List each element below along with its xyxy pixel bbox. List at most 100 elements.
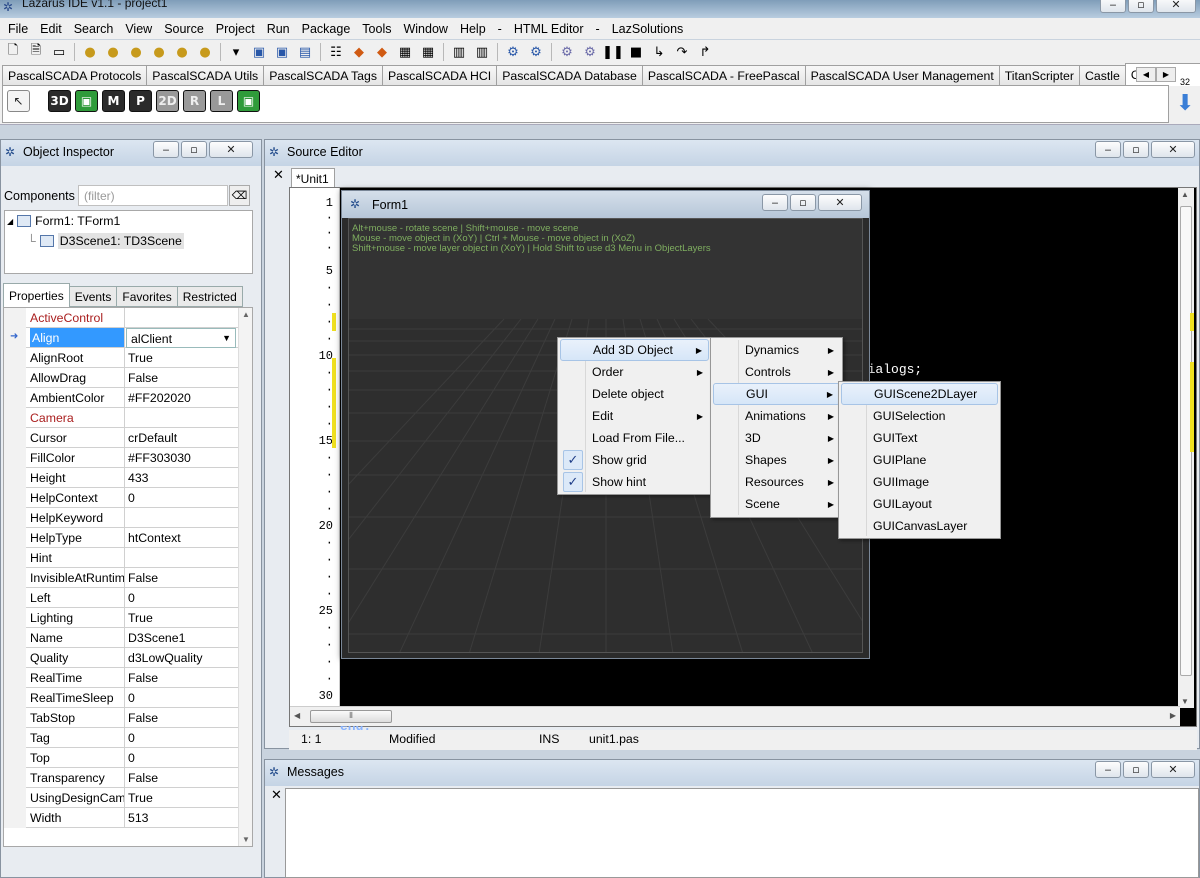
run-icon[interactable]: ⚙ [579, 42, 601, 62]
menu-file[interactable]: File [2, 22, 34, 36]
find-icon[interactable]: ● [171, 42, 193, 62]
menu-item-guicanvaslayer[interactable]: GUICanvasLayer [841, 515, 998, 537]
property-row[interactable]: Quality d3LowQuality [4, 648, 240, 668]
messages-list[interactable] [285, 788, 1199, 878]
component-layers-icon[interactable]: ▣ [75, 90, 98, 112]
property-row[interactable]: AllowDrag False [4, 368, 240, 388]
scroll-up-icon[interactable]: ▲ [1181, 190, 1189, 199]
tab-restricted[interactable]: Restricted [176, 286, 243, 307]
property-row[interactable]: AlignRoot True [4, 348, 240, 368]
close-icon[interactable]: ✕ [1156, 0, 1196, 13]
menu-item-show-grid[interactable]: ✓ Show grid [560, 449, 709, 471]
save-all-icon[interactable]: ▣ [271, 42, 293, 62]
dropdown-arrow-icon[interactable]: ▼ [222, 333, 231, 343]
scroll-thumb[interactable]: ⦀ [310, 710, 392, 723]
property-row[interactable]: Camera [4, 408, 240, 428]
scroll-right-icon[interactable]: ▶ [1170, 711, 1176, 720]
tree-node-d3scene1[interactable]: └ D3Scene1: TD3Scene [27, 233, 184, 249]
menu-item-guiselection[interactable]: GUISelection [841, 405, 998, 427]
new-form-icon[interactable]: 🗎 [25, 42, 47, 62]
property-row[interactable]: UsingDesignCamera True [4, 788, 240, 808]
close-messages-icon[interactable]: ✕ [271, 788, 282, 803]
palette-tab[interactable]: PascalSCADA - FreePascal [641, 65, 806, 86]
property-row[interactable]: Name D3Scene1 [4, 628, 240, 648]
component-p[interactable]: P [129, 90, 152, 112]
property-row[interactable]: RealTimeSleep 0 [4, 688, 240, 708]
minimize-icon[interactable]: ‒ [762, 194, 788, 211]
menu-item-edit[interactable]: Edit ▶ [560, 405, 709, 427]
component-2d[interactable]: 2D [156, 90, 179, 112]
property-value-combo[interactable]: alClient ▼ [126, 328, 236, 348]
menu-window[interactable]: Window [397, 22, 453, 36]
component-list-icon[interactable]: ▥ [471, 42, 493, 62]
property-row[interactable]: Cursor crDefault [4, 428, 240, 448]
menu-item-show-hint[interactable]: ✓ Show hint [560, 471, 709, 493]
palette-tab[interactable]: Castle [1078, 65, 1126, 86]
property-row[interactable]: Height 433 [4, 468, 240, 488]
maximize-icon[interactable]: ▫ [790, 194, 816, 211]
property-row[interactable]: FillColor #FF303030 [4, 448, 240, 468]
property-row[interactable]: TabStop False [4, 708, 240, 728]
menu-item-resources[interactable]: Resources ▶ [713, 471, 840, 493]
build-mode-icon[interactable]: ⚙ [502, 42, 524, 62]
menu-project[interactable]: Project [210, 22, 261, 36]
editor-horizontal-scrollbar[interactable]: ◀ ⦀ ▶ [290, 706, 1180, 726]
toggle-form-icon[interactable]: ▥ [448, 42, 470, 62]
property-row[interactable]: AmbientColor #FF202020 [4, 388, 240, 408]
compile-icon[interactable]: ⚙ [556, 42, 578, 62]
close-icon[interactable]: ✕ [209, 141, 253, 158]
maximize-icon[interactable]: ▫ [1123, 141, 1149, 158]
component-3d[interactable]: 3D [48, 90, 71, 112]
remove-from-project-icon[interactable]: ◆ [371, 42, 393, 62]
editor-tab-unit1[interactable]: *Unit1 [291, 168, 335, 188]
open-icon[interactable]: ● [79, 42, 101, 62]
step-into-icon[interactable]: ↳ [648, 42, 670, 62]
minimize-icon[interactable]: ‒ [1100, 0, 1126, 13]
menu-item-guiimage[interactable]: GUIImage [841, 471, 998, 493]
property-row[interactable]: HelpKeyword [4, 508, 240, 528]
component-r[interactable]: R [183, 90, 206, 112]
property-row[interactable]: ➜ Align alClient ▼ [4, 328, 240, 348]
expand-icon[interactable]: ◢ [7, 217, 13, 226]
menu-item-gui[interactable]: GUI ▶ [713, 383, 840, 405]
menu-edit[interactable]: Edit [34, 22, 68, 36]
component-l[interactable]: L [210, 90, 233, 112]
build-icon[interactable]: ● [194, 42, 216, 62]
close-all-icon[interactable]: ▤ [294, 42, 316, 62]
palette-left-icon[interactable]: ◀ [1136, 67, 1156, 82]
menu-item-scene[interactable]: Scene ▶ [713, 493, 840, 515]
palette-tab[interactable]: PascalSCADA Tags [263, 65, 383, 86]
menu-item-animations[interactable]: Animations ▶ [713, 405, 840, 427]
minimize-icon[interactable]: ‒ [1095, 761, 1121, 778]
scroll-down-icon[interactable]: ▼ [242, 835, 250, 844]
menu-item-3d[interactable]: 3D ▶ [713, 427, 840, 449]
menu-item-shapes[interactable]: Shapes ▶ [713, 449, 840, 471]
palette-tab[interactable]: PascalSCADA Database [496, 65, 643, 86]
revert-icon[interactable]: ● [125, 42, 147, 62]
new-icon[interactable]: ▭ [48, 42, 70, 62]
scroll-down-icon[interactable]: ▼ [1181, 697, 1189, 706]
tab-properties[interactable]: Properties [3, 283, 70, 307]
menu-tools[interactable]: Tools [356, 22, 397, 36]
close-icon[interactable]: ✕ [1151, 761, 1195, 778]
tab-events[interactable]: Events [68, 286, 118, 307]
property-row[interactable]: InvisibleAtRuntime False [4, 568, 240, 588]
menu-item-delete-object[interactable]: Delete object [560, 383, 709, 405]
menu-lazsolutions[interactable]: LazSolutions [606, 22, 690, 36]
menu-help[interactable]: Help [454, 22, 492, 36]
property-grid-scrollbar[interactable]: ▲ ▼ [238, 308, 252, 846]
filter-clear-icon[interactable]: ⌫ [229, 185, 250, 206]
component-m[interactable]: M [102, 90, 125, 112]
maximize-icon[interactable]: ▫ [1128, 0, 1154, 13]
maximize-icon[interactable]: ▫ [181, 141, 207, 158]
menu-item-guilayout[interactable]: GUILayout [841, 493, 998, 515]
menu-run[interactable]: Run [261, 22, 296, 36]
palette-tab[interactable]: PascalSCADA Utils [146, 65, 265, 86]
property-row[interactable]: Hint [4, 548, 240, 568]
property-row[interactable]: ActiveControl [4, 308, 240, 328]
palette-tab[interactable]: PascalSCADA HCI [381, 65, 498, 86]
stop-icon[interactable]: ■ [625, 42, 647, 62]
palette-tab[interactable]: PascalSCADA Protocols [2, 65, 148, 86]
close-icon[interactable]: ✕ [1151, 141, 1195, 158]
menu-html-editor[interactable]: HTML Editor [508, 22, 590, 36]
